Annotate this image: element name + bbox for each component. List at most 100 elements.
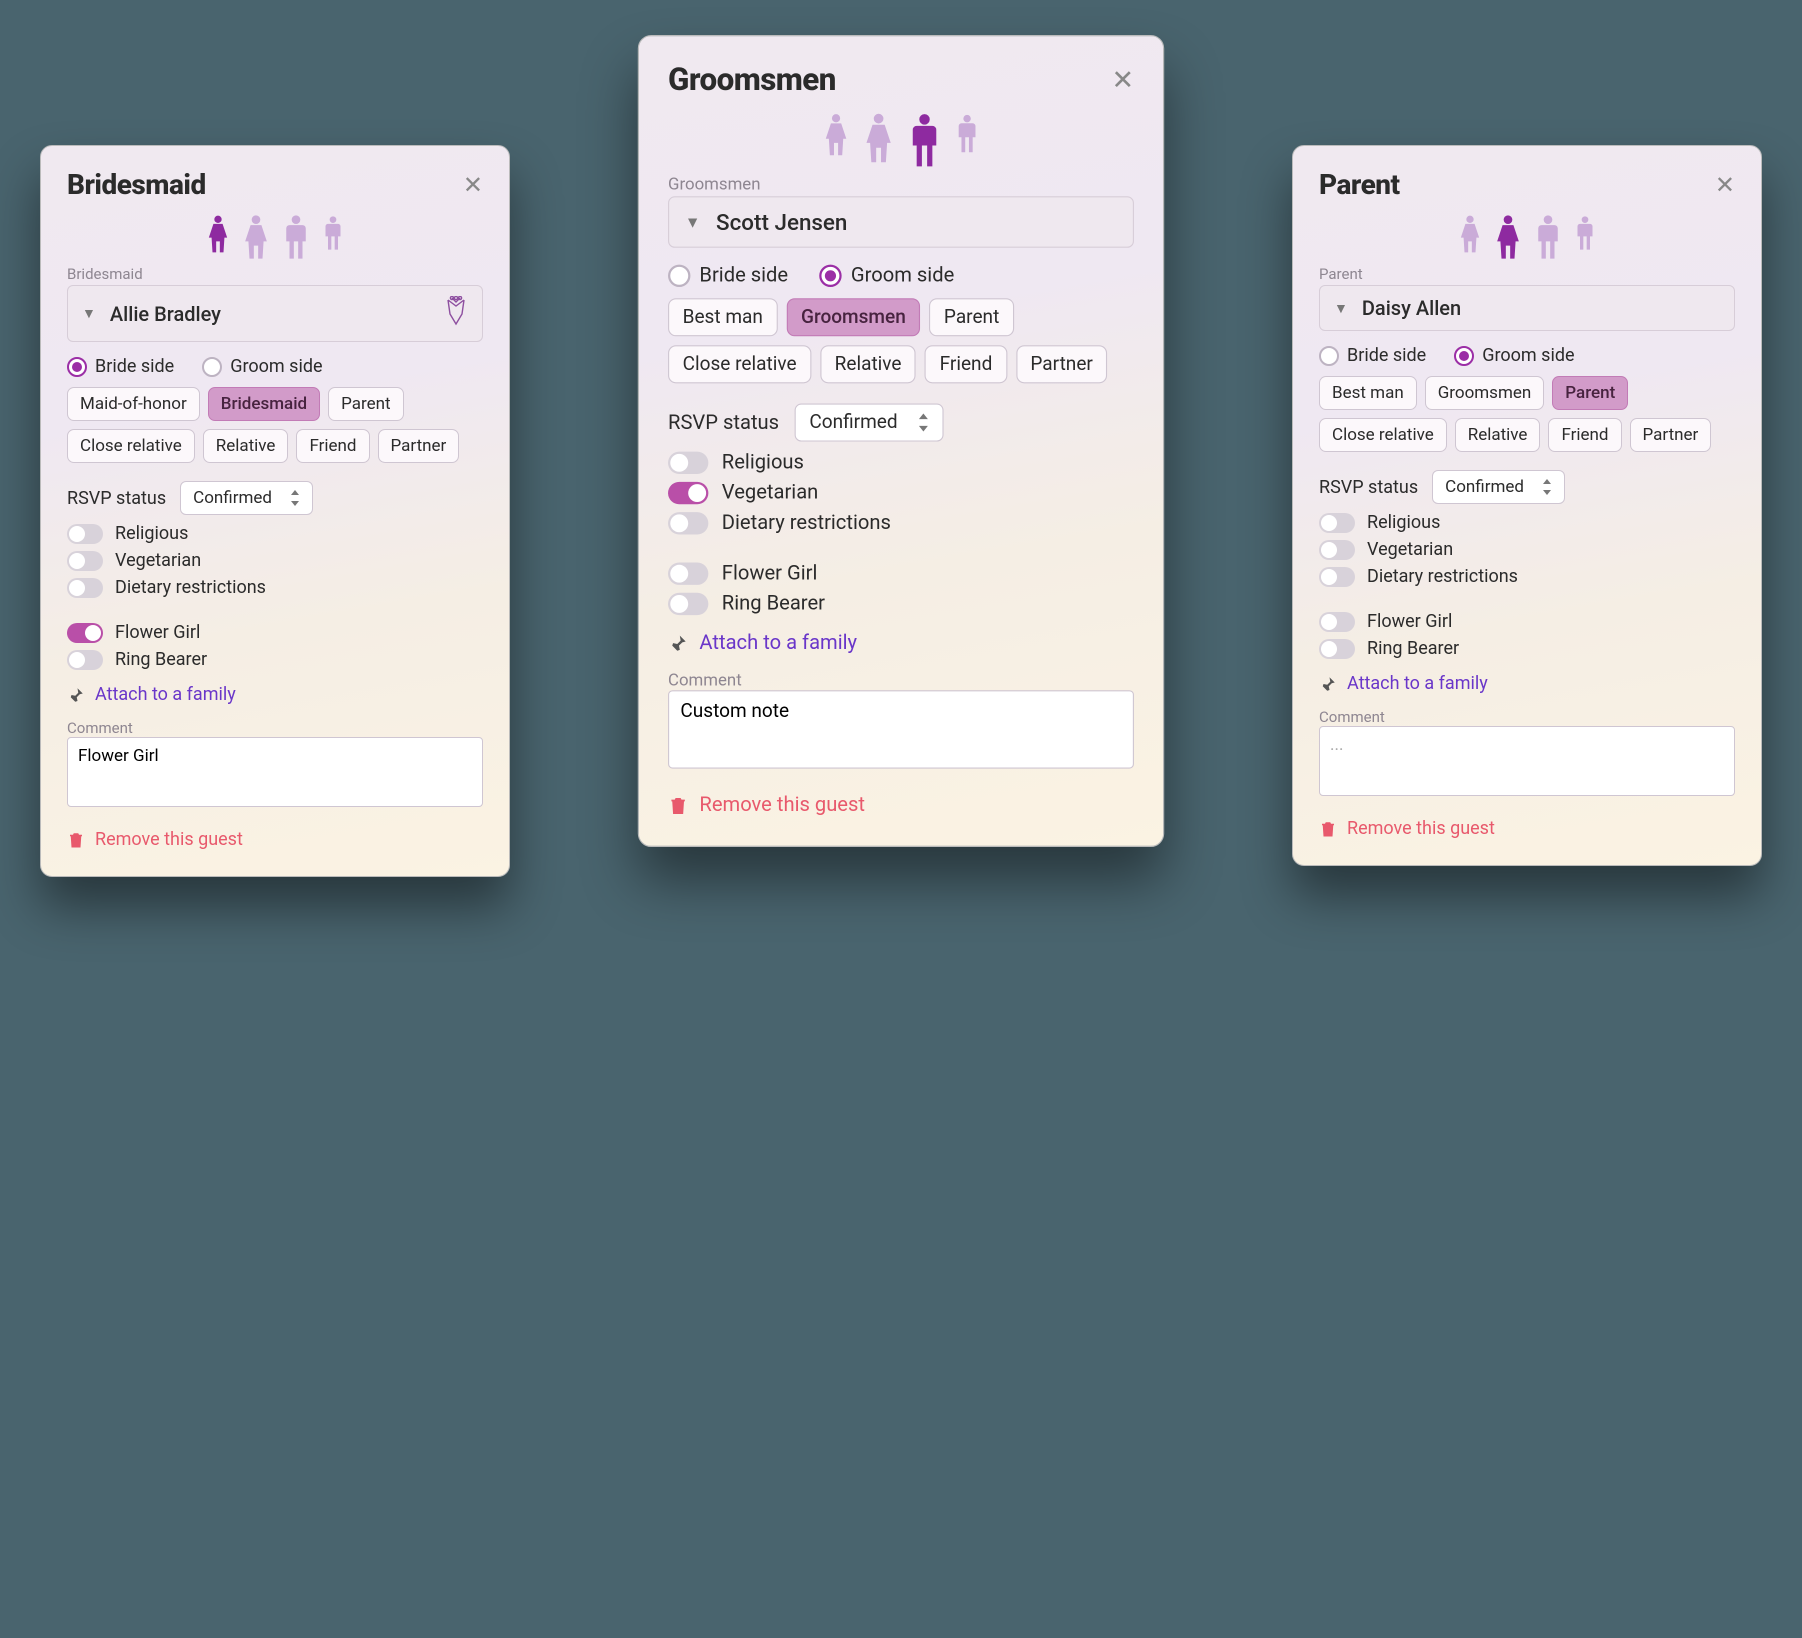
chip-maid-of-honor[interactable]: Maid-of-honor [67, 387, 200, 421]
toggle-dietary[interactable] [67, 578, 103, 598]
toggle-religious[interactable] [1319, 513, 1355, 533]
role-chips: Best man Groomsmen Parent Close relative… [668, 298, 1134, 383]
chip-parent[interactable]: Parent [328, 387, 403, 421]
girl-icon[interactable] [207, 215, 229, 253]
chevron-down-icon: ▼ [1334, 300, 1348, 317]
toggle-dietary[interactable] [668, 512, 708, 534]
chevron-down-icon: ▼ [82, 305, 96, 322]
chip-partner[interactable]: Partner [378, 429, 460, 463]
boy-icon[interactable] [956, 113, 978, 153]
chip-relative[interactable]: Relative [1455, 418, 1541, 452]
chip-partner[interactable]: Partner [1016, 345, 1108, 383]
radio-bride-side[interactable]: Bride side [668, 263, 788, 287]
remove-guest-button[interactable]: Remove this guest [1347, 818, 1495, 839]
chip-close-relative[interactable]: Close relative [1319, 418, 1447, 452]
toggle-religious[interactable] [67, 524, 103, 544]
rsvp-select[interactable]: Confirmed [795, 403, 944, 441]
guest-name: Allie Bradley [110, 302, 221, 326]
sort-icon [290, 490, 300, 506]
chip-best-man[interactable]: Best man [1319, 376, 1417, 410]
bouquet-icon [444, 296, 468, 331]
attach-family-link[interactable]: Attach to a family [95, 684, 236, 705]
woman-icon[interactable] [243, 215, 269, 259]
chip-close-relative[interactable]: Close relative [67, 429, 195, 463]
guest-card-groomsmen: Groomsmen ✕ Groomsmen ▼ Scott Jensen Bri… [638, 35, 1164, 847]
chip-relative[interactable]: Relative [820, 345, 916, 383]
chip-partner[interactable]: Partner [1630, 418, 1712, 452]
man-icon[interactable] [909, 113, 940, 167]
attach-family-link[interactable]: Attach to a family [1347, 673, 1488, 694]
chip-relative[interactable]: Relative [203, 429, 289, 463]
name-dropdown[interactable]: ▼ Scott Jensen [668, 196, 1134, 248]
chip-best-man[interactable]: Best man [668, 298, 777, 336]
girl-icon[interactable] [824, 113, 849, 156]
comment-input[interactable] [668, 690, 1134, 768]
toggle-dietary[interactable] [1319, 567, 1355, 587]
pin-icon [668, 633, 688, 653]
remove-guest-button[interactable]: Remove this guest [699, 793, 865, 817]
name-dropdown[interactable]: ▼ Allie Bradley [67, 285, 483, 342]
radio-groom-side[interactable]: Groom side [1454, 345, 1574, 366]
rsvp-value: Confirmed [809, 411, 897, 433]
toggle-religious[interactable] [668, 451, 708, 473]
role-label: Parent [1319, 265, 1735, 283]
attach-family-link[interactable]: Attach to a family [699, 631, 857, 655]
boy-icon[interactable] [323, 215, 343, 251]
comment-label: Comment [1319, 708, 1735, 726]
sort-icon [918, 414, 929, 432]
rsvp-label: RSVP status [67, 488, 166, 509]
chip-parent[interactable]: Parent [929, 298, 1014, 336]
toggle-flowergirl[interactable] [67, 623, 103, 643]
avatar-picker[interactable] [668, 113, 1134, 167]
card-title: Groomsmen [668, 61, 836, 98]
trash-icon [67, 830, 85, 850]
chip-close-relative[interactable]: Close relative [668, 345, 811, 383]
role-chips: Best man Groomsmen Parent Close relative… [1319, 376, 1735, 452]
chip-friend[interactable]: Friend [1548, 418, 1621, 452]
toggle-ringbearer[interactable] [67, 650, 103, 670]
girl-icon[interactable] [1459, 215, 1481, 253]
toggle-vegetarian[interactable] [668, 481, 708, 503]
avatar-picker[interactable] [67, 215, 483, 259]
rsvp-select[interactable]: Confirmed [1432, 470, 1565, 504]
radio-groom-side[interactable]: Groom side [202, 356, 322, 377]
trash-icon [668, 794, 688, 816]
avatar-picker[interactable] [1319, 215, 1735, 259]
toggle-flowergirl[interactable] [1319, 612, 1355, 632]
chip-groomsmen[interactable]: Groomsmen [1425, 376, 1545, 410]
toggle-ringbearer[interactable] [668, 592, 708, 614]
radio-groom-side[interactable]: Groom side [819, 263, 954, 287]
chip-bridesmaid[interactable]: Bridesmaid [208, 387, 320, 421]
rsvp-value: Confirmed [193, 488, 272, 508]
man-icon[interactable] [283, 215, 309, 259]
comment-input[interactable] [67, 737, 483, 807]
guest-card-bridesmaid: Bridesmaid ✕ Bridesmaid ▼ Allie Bradley … [40, 145, 510, 877]
toggle-vegetarian[interactable] [1319, 540, 1355, 560]
role-chips: Maid-of-honor Bridesmaid Parent Close re… [67, 387, 483, 463]
woman-icon[interactable] [1495, 215, 1521, 259]
name-dropdown[interactable]: ▼ Daisy Allen [1319, 285, 1735, 331]
radio-bride-side[interactable]: Bride side [1319, 345, 1426, 366]
toggle-flowergirl[interactable] [668, 562, 708, 584]
chip-parent[interactable]: Parent [1552, 376, 1628, 410]
rsvp-select[interactable]: Confirmed [180, 481, 313, 515]
toggle-ringbearer[interactable] [1319, 639, 1355, 659]
radio-bride-side[interactable]: Bride side [67, 356, 174, 377]
close-icon[interactable]: ✕ [1111, 66, 1134, 93]
remove-guest-button[interactable]: Remove this guest [95, 829, 243, 850]
toggle-vegetarian[interactable] [67, 551, 103, 571]
guest-name: Daisy Allen [1362, 296, 1461, 320]
pin-icon [1319, 675, 1337, 693]
man-icon[interactable] [1535, 215, 1561, 259]
rsvp-value: Confirmed [1445, 477, 1524, 497]
trash-icon [1319, 819, 1337, 839]
boy-icon[interactable] [1575, 215, 1595, 251]
comment-input[interactable] [1319, 726, 1735, 796]
close-icon[interactable]: ✕ [463, 173, 483, 197]
chip-groomsmen[interactable]: Groomsmen [786, 298, 920, 336]
woman-icon[interactable] [864, 113, 893, 162]
chip-friend[interactable]: Friend [925, 345, 1007, 383]
role-label: Bridesmaid [67, 265, 483, 283]
close-icon[interactable]: ✕ [1715, 173, 1735, 197]
chip-friend[interactable]: Friend [296, 429, 369, 463]
